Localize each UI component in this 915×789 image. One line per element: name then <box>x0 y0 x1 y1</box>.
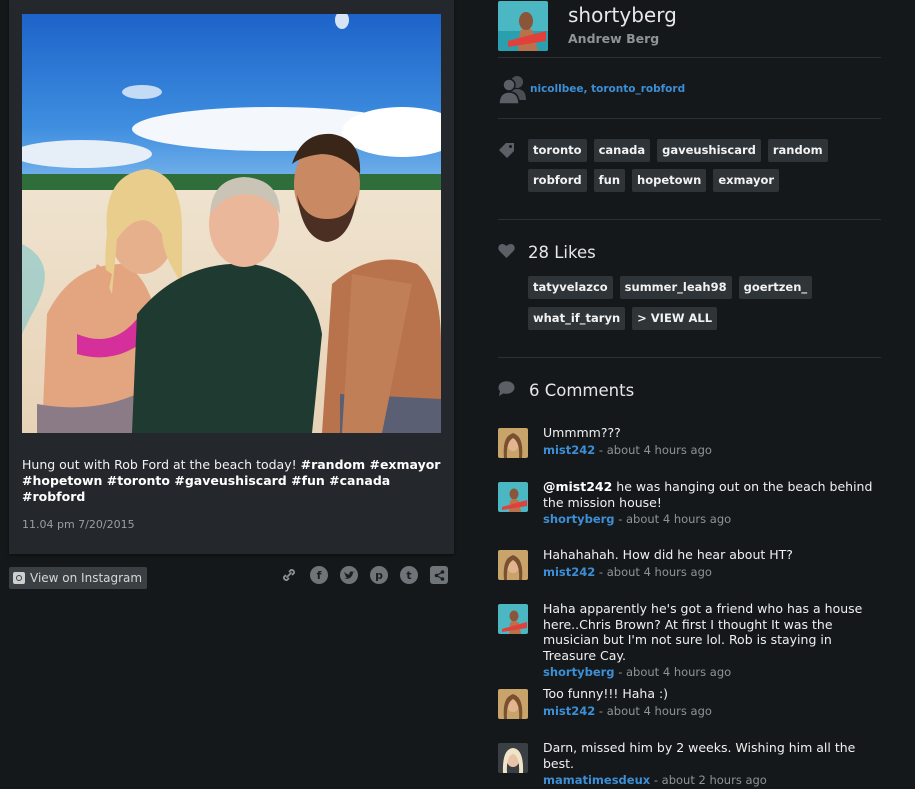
caption-hashtags-1[interactable]: #random #exmayor <box>301 457 441 472</box>
profile-avatar[interactable] <box>498 1 548 51</box>
liker-chip[interactable]: summer_leah98 <box>619 276 732 299</box>
comment-text: Darn, missed him by 2 weeks. Wishing him… <box>543 740 856 771</box>
instagram-icon <box>13 572 25 584</box>
link-icon[interactable] <box>280 566 298 584</box>
comment-body: Darn, missed him by 2 weeks. Wishing him… <box>543 740 881 789</box>
share-icon[interactable] <box>430 566 448 584</box>
post-card: Hung out with Rob Ford at the beach toda… <box>9 0 454 554</box>
tag-chip[interactable]: exmayor <box>713 169 780 192</box>
comment-text-line: Darn, missed him by 2 weeks. Wishing him… <box>543 740 881 771</box>
comment-meta: shortyberg - about 4 hours ago <box>543 665 881 681</box>
likes-count: 28 Likes <box>528 243 596 262</box>
divider <box>498 118 881 119</box>
profile-full-name: Andrew Berg <box>568 31 660 46</box>
commenter-username[interactable]: shortyberg <box>543 665 615 679</box>
comment-time: - about 4 hours ago <box>595 564 712 579</box>
comment-mention[interactable]: @mist242 <box>543 479 612 494</box>
tag-chip[interactable]: random <box>767 139 828 162</box>
likes-header: 28 Likes <box>498 243 596 262</box>
comment-body: Ummmm??? mist242 - about 4 hours ago <box>543 425 881 458</box>
comment-text: Too funny!!! Haha :) <box>543 686 669 701</box>
comment-time: - about 4 hours ago <box>614 512 732 526</box>
caption-text: Hung out with Rob Ford at the beach toda… <box>22 457 301 472</box>
comment-bubble-icon <box>498 381 515 400</box>
comment-text: Hahahahah. How did he hear about HT? <box>543 547 793 562</box>
commenter-username[interactable]: shortyberg <box>543 512 615 526</box>
divider <box>498 357 881 358</box>
post-timestamp: 11.04 pm 7/20/2015 <box>22 518 135 531</box>
comment-meta: mamatimesdeux - about 2 hours ago <box>543 773 881 789</box>
divider <box>498 57 881 58</box>
liker-chip[interactable]: tatyvelazco <box>528 276 613 299</box>
people-icon <box>498 74 528 105</box>
tag-list: toronto canada gaveushiscard random robford f… <box>528 139 878 192</box>
view-on-instagram-label: View on Instagram <box>30 571 143 585</box>
commenter-avatar[interactable] <box>498 743 528 773</box>
commenter-avatar[interactable] <box>498 550 528 580</box>
liker-chip[interactable]: goertzen_ <box>738 276 813 299</box>
divider <box>498 219 881 220</box>
tag-chip[interactable]: gaveushiscard <box>657 139 761 162</box>
commenter-avatar[interactable] <box>498 428 528 458</box>
comment-text-line: Too funny!!! Haha :) <box>543 686 881 702</box>
comment-meta: mist242 - about 4 hours ago <box>543 443 881 459</box>
caption-hashtags-2[interactable]: #hopetown #toronto #gaveushiscard #fun #… <box>22 473 390 504</box>
pinterest-icon[interactable]: p <box>370 566 388 584</box>
facebook-icon[interactable]: f <box>310 566 328 584</box>
comment-text: Haha apparently he's got a friend who ha… <box>543 601 863 663</box>
beach-photo-image <box>22 14 441 433</box>
comment-meta: mist242 - about 4 hours ago <box>543 565 881 581</box>
comment-text-line: Hahahahah. How did he hear about HT? <box>543 547 881 563</box>
comment-time: - about 2 hours ago <box>650 773 767 787</box>
comment-text-line: @mist242 he was hanging out on the beach… <box>543 479 881 510</box>
comment-body: @mist242 he was hanging out on the beach… <box>543 479 881 528</box>
tag-chip[interactable]: hopetown <box>632 169 707 192</box>
tag-chip[interactable]: canada <box>593 139 651 162</box>
tag-icon <box>498 142 516 164</box>
comment-meta: mist242 - about 4 hours ago <box>543 704 881 720</box>
liker-chip[interactable]: what_if_taryn <box>528 307 626 330</box>
commenter-username[interactable]: mist242 <box>543 565 595 579</box>
tag-chip[interactable]: fun <box>593 169 626 192</box>
commenter-avatar[interactable] <box>498 482 528 512</box>
profile-username[interactable]: shortyberg <box>568 3 677 27</box>
commenter-username[interactable]: mamatimesdeux <box>543 773 650 787</box>
post-photo[interactable] <box>22 14 441 433</box>
heart-icon <box>498 243 515 262</box>
comment-text-line: Ummmm??? <box>543 425 881 441</box>
commenter-avatar[interactable] <box>498 689 528 719</box>
comment-text: Ummmm??? <box>543 425 621 440</box>
view-all-likes-button[interactable]: > VIEW ALL <box>632 307 718 330</box>
twitter-icon[interactable] <box>340 566 358 584</box>
comment-body: Too funny!!! Haha :) mist242 - about 4 ho… <box>543 686 881 719</box>
tagged-people-links[interactable]: nicollbee, toronto_robford <box>530 83 685 95</box>
post-caption: Hung out with Rob Ford at the beach toda… <box>22 457 442 505</box>
comment-body: Haha apparently he's got a friend who ha… <box>543 601 881 681</box>
view-on-instagram-button[interactable]: View on Instagram <box>9 567 148 589</box>
commenter-avatar[interactable] <box>498 604 528 634</box>
tag-chip[interactable]: robford <box>528 169 587 192</box>
tag-chip[interactable]: toronto <box>528 139 587 162</box>
comment-text-line: Haha apparently he's got a friend who ha… <box>543 601 881 663</box>
commenter-username[interactable]: mist242 <box>543 443 595 457</box>
comment-meta: shortyberg - about 4 hours ago <box>543 512 881 528</box>
comments-header: 6 Comments <box>498 381 634 400</box>
tumblr-icon[interactable]: t <box>400 566 418 584</box>
share-bar: f p t <box>280 566 453 584</box>
comment-time: - about 4 hours ago <box>595 442 712 457</box>
likers-list: tatyvelazco summer_leah98 goertzen_ what_if… <box>528 276 878 330</box>
commenter-username[interactable]: mist242 <box>543 704 595 718</box>
tagged-people: nicollbee, toronto_robford <box>498 74 685 105</box>
comment-time: - about 4 hours ago <box>595 703 712 718</box>
comments-count: 6 Comments <box>529 381 635 400</box>
comment-time: - about 4 hours ago <box>614 665 732 679</box>
comment-body: Hahahahah. How did he hear about HT? mist… <box>543 547 881 580</box>
